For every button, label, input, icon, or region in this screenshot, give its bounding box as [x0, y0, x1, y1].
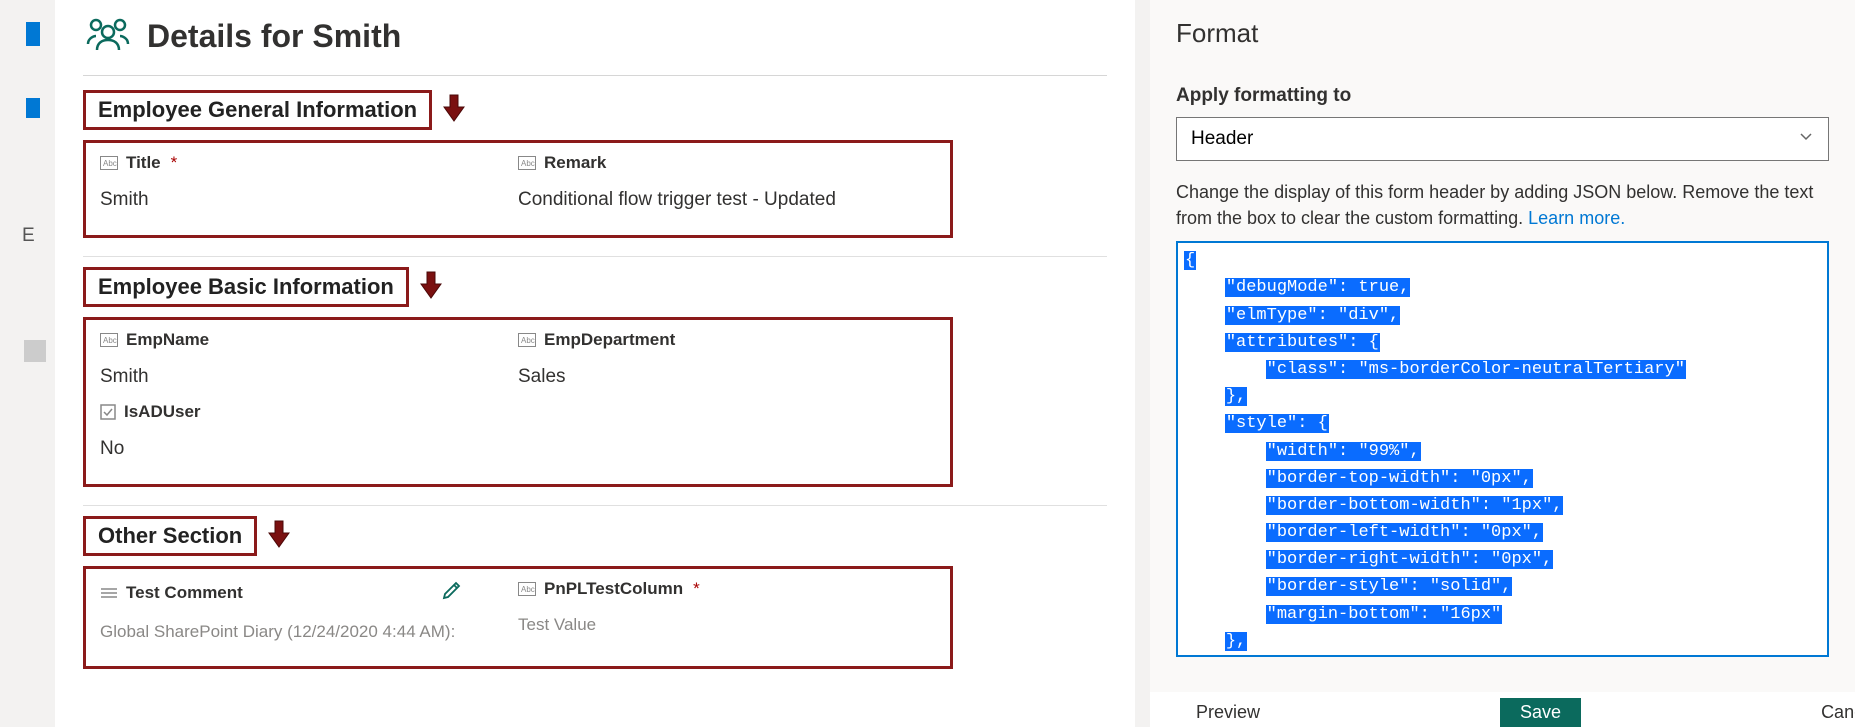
format-help-text: Change the display of this form header b… [1176, 179, 1829, 231]
section-heading: Other Section [83, 516, 257, 556]
left-placeholder [24, 340, 46, 362]
format-button-row: Preview Save Cancel [1150, 692, 1855, 727]
svg-text:Abc: Abc [521, 336, 535, 345]
field: Abc EmpName Smith [100, 330, 518, 388]
apply-formatting-select[interactable]: Header [1176, 117, 1829, 161]
field-label: Remark [544, 153, 606, 173]
field-label: EmpDepartment [544, 330, 675, 350]
preview-button[interactable]: Preview [1176, 698, 1280, 727]
field-label: Title [126, 153, 161, 173]
learn-more-link[interactable]: Learn more. [1528, 208, 1625, 228]
field: Test Comment Global SharePoint Diary (12/… [100, 579, 518, 642]
save-button[interactable]: Save [1500, 698, 1581, 727]
down-arrow-icon [442, 93, 466, 128]
field-value[interactable]: Smith [100, 189, 518, 211]
down-arrow-icon [419, 270, 443, 305]
field-value[interactable]: No [100, 438, 518, 460]
left-nav-strip [20, 0, 50, 727]
field: Abc EmpDepartment Sales [518, 330, 936, 388]
multi-field-icon [100, 586, 118, 600]
section-heading: Employee General Information [83, 90, 432, 130]
people-icon [83, 14, 133, 59]
field-value[interactable]: Global SharePoint Diary (12/24/2020 4:44… [100, 622, 518, 642]
field: Abc Title * Smith [100, 153, 518, 211]
field-value[interactable]: Sales [518, 366, 936, 388]
header-divider [83, 75, 1107, 76]
required-marker: * [171, 153, 178, 173]
format-title: Format [1176, 18, 1829, 49]
svg-text:Abc: Abc [521, 159, 535, 168]
section-heading: Employee Basic Information [83, 267, 409, 307]
text-field-icon: Abc [518, 582, 536, 596]
nav-marker [26, 22, 40, 46]
svg-text:Abc: Abc [521, 585, 535, 594]
text-field-icon: Abc [100, 156, 118, 170]
text-field-icon: Abc [518, 156, 536, 170]
cancel-button[interactable]: Cancel [1801, 698, 1855, 727]
field: Abc Remark Conditional flow trigger test -… [518, 153, 936, 211]
field-label: EmpName [126, 330, 209, 350]
json-editor[interactable]: { "debugMode": true, "elmType": "div", "… [1176, 241, 1829, 657]
field-value[interactable]: Test Value [518, 615, 936, 635]
field-label: Test Comment [126, 583, 243, 603]
down-arrow-icon [267, 519, 291, 554]
apply-formatting-label: Apply formatting to [1176, 85, 1829, 107]
section-fields: AbcEmpNameSmithAbcEmpDepartmentSalesIsAD… [83, 317, 953, 487]
section-fields: Test Comment Global SharePoint Diary (12/… [83, 566, 953, 669]
page-title: Details for Smith [147, 18, 401, 55]
check-field-icon [100, 404, 116, 420]
form-header: Details for Smith [83, 14, 1107, 69]
nav-marker [26, 98, 40, 118]
field-label: IsADUser [124, 402, 201, 422]
svg-text:Abc: Abc [103, 159, 117, 168]
select-value: Header [1191, 128, 1253, 150]
format-panel: Format Apply formatting to Header Change… [1150, 0, 1855, 727]
section-fields: Abc Title * Smith Abc Remark Conditional flow … [83, 140, 953, 238]
field-label: PnPLTestColumn [544, 579, 683, 599]
left-label: E [22, 225, 35, 247]
form-panel: Details for Smith Employee General Infor… [55, 0, 1135, 727]
required-marker: * [693, 579, 700, 599]
edit-icon[interactable] [441, 579, 463, 606]
field-value[interactable]: Smith [100, 366, 518, 388]
text-field-icon: Abc [100, 333, 118, 347]
svg-text:Abc: Abc [103, 336, 117, 345]
field: IsADUser No [100, 402, 518, 460]
chevron-down-icon [1798, 128, 1814, 150]
text-field-icon: Abc [518, 333, 536, 347]
field: Abc PnPLTestColumn * Test Value [518, 579, 936, 642]
field-value[interactable]: Conditional flow trigger test - Updated [518, 189, 936, 211]
